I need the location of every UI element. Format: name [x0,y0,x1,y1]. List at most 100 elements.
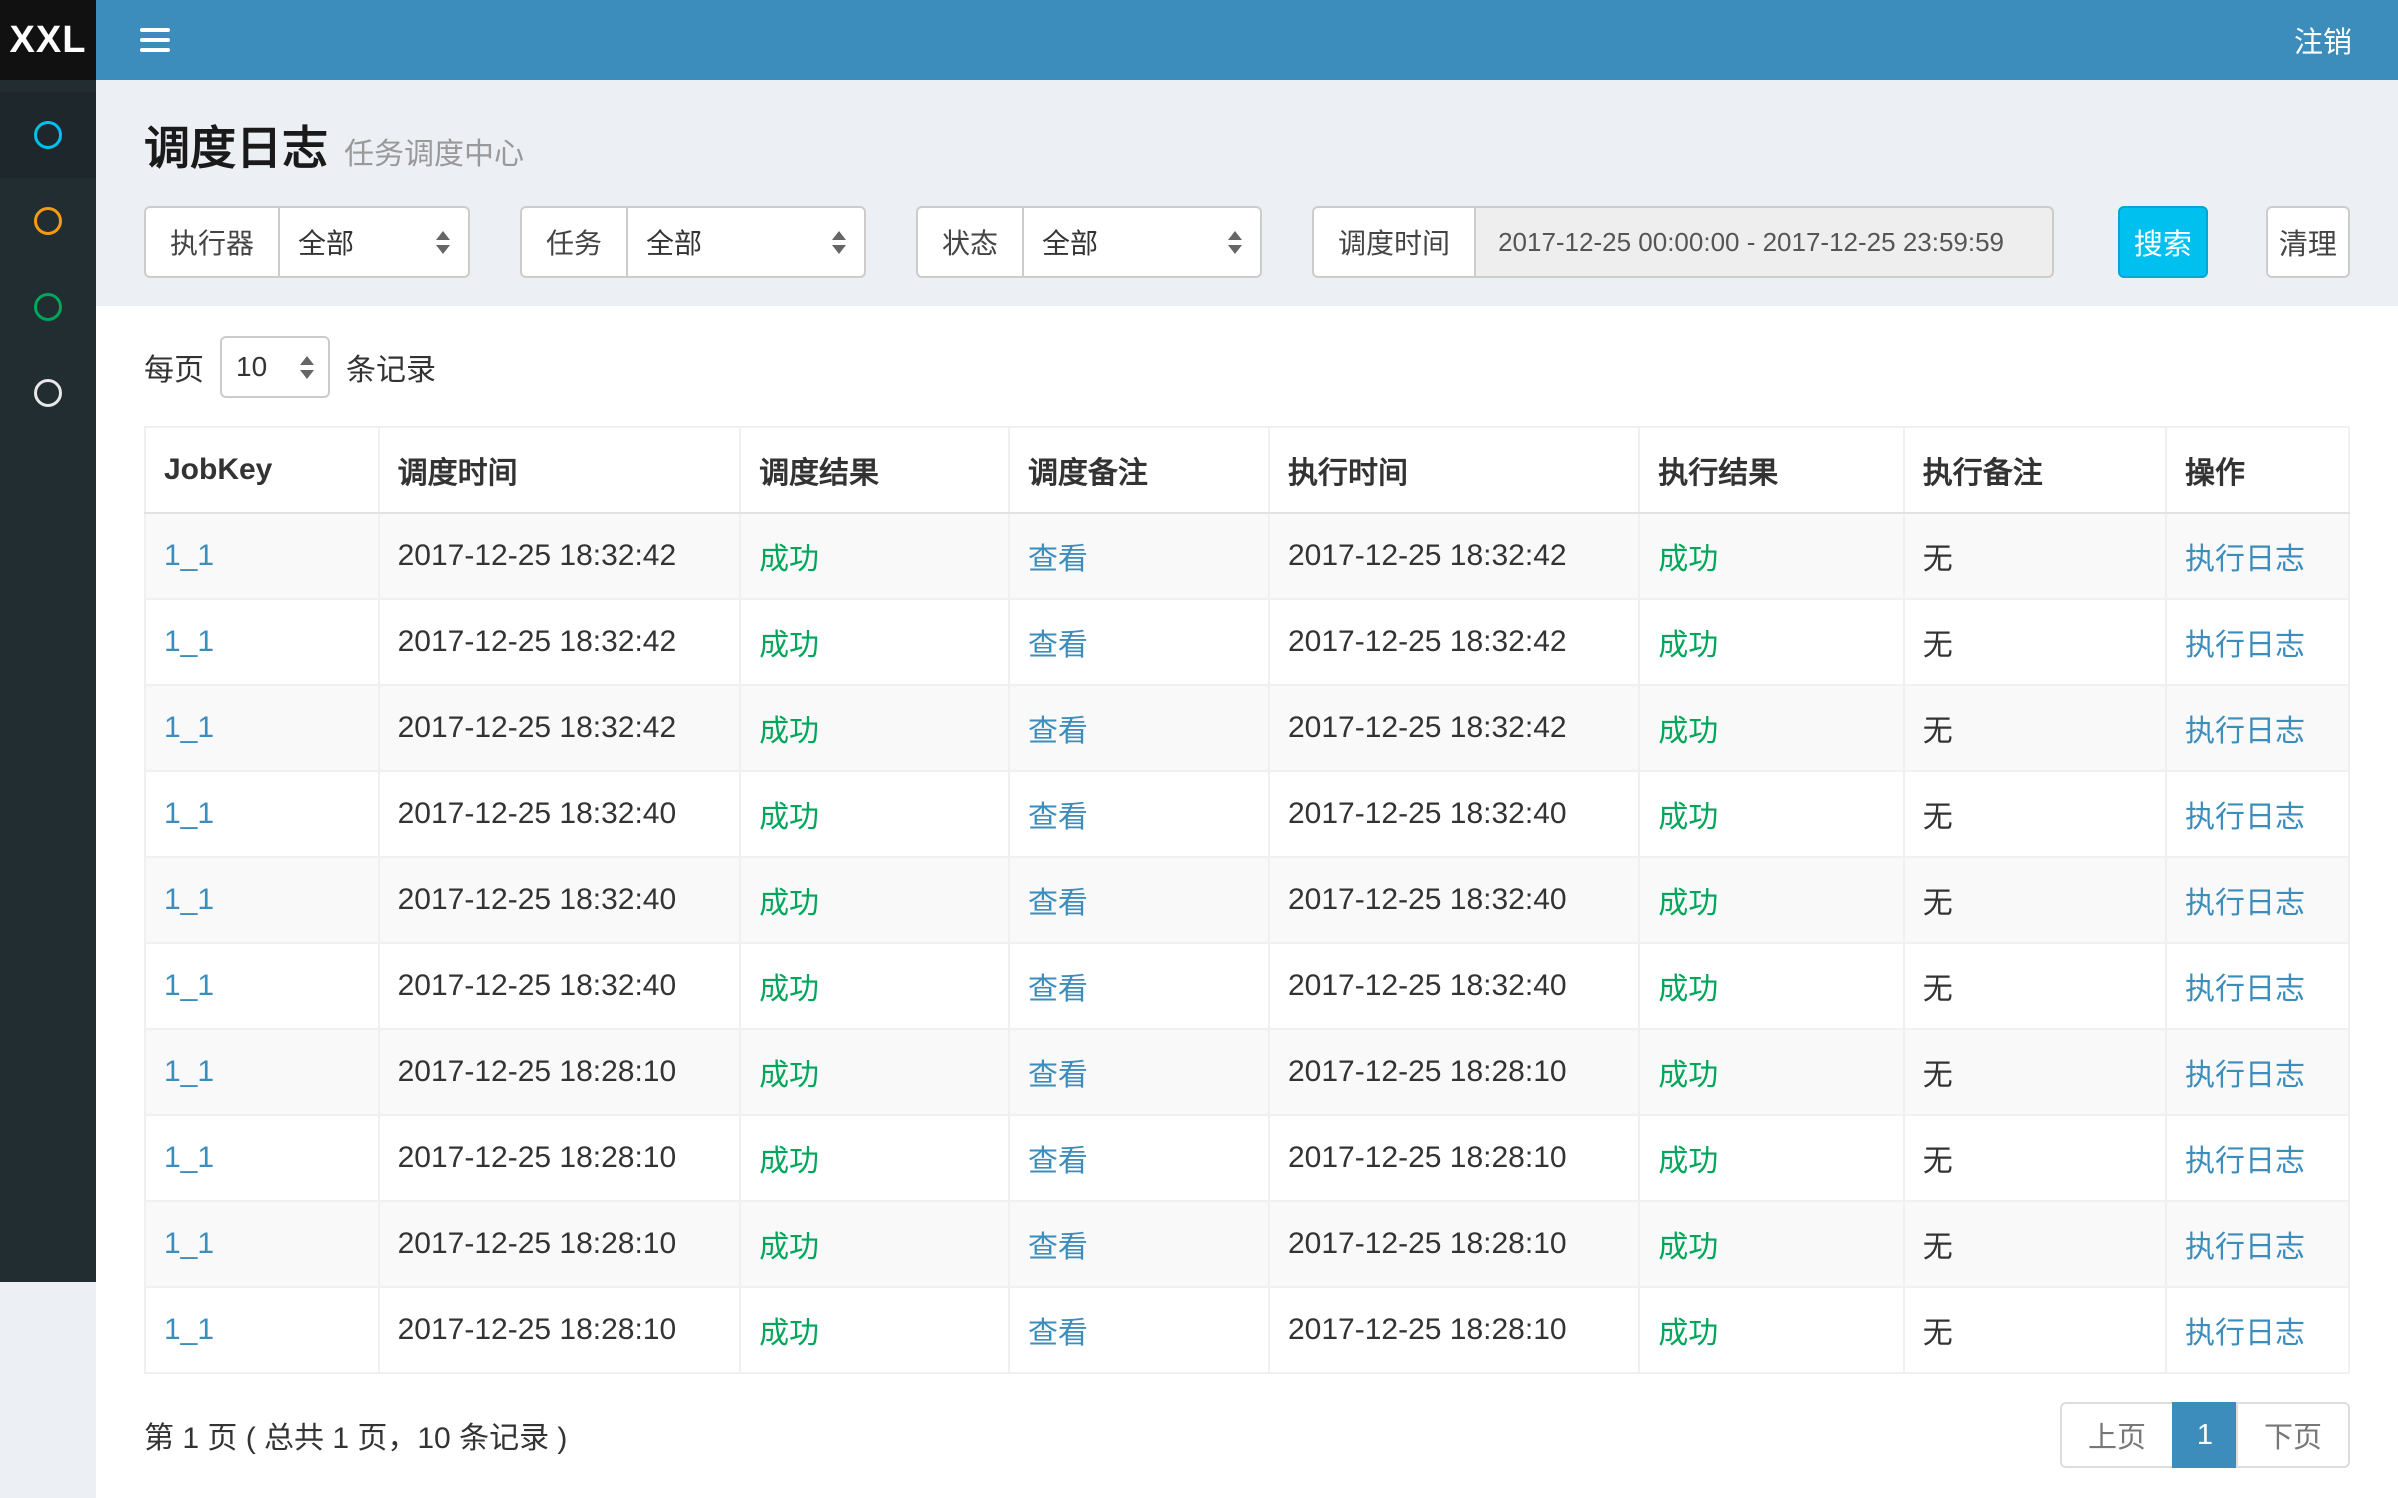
cell-trigger-msg: 查看 [1009,599,1269,685]
sidebar-item-2[interactable] [0,178,96,264]
cell-jobkey: 1_1 [145,599,379,685]
exec-log-link[interactable]: 执行日志 [2185,1231,2305,1264]
trigger-msg-link[interactable]: 查看 [1028,1059,1088,1092]
cell-trigger-msg: 查看 [1009,685,1269,771]
cell-trigger-result: 成功 [740,857,1009,943]
table-row: 1_12017-12-25 18:32:40成功查看2017-12-25 18:… [145,771,2349,857]
table-footer: 第 1 页 ( 总共 1 页，10 条记录 ) 上页 1 下页 [144,1402,2350,1468]
page-size-prefix: 每页 [144,345,204,389]
jobkey-link[interactable]: 1_1 [164,883,214,916]
handle-result: 成功 [1658,1145,1718,1178]
exec-log-link[interactable]: 执行日志 [2185,629,2305,662]
circle-icon-white [34,379,62,407]
table-row: 1_12017-12-25 18:32:40成功查看2017-12-25 18:… [145,857,2349,943]
exec-log-link[interactable]: 执行日志 [2185,973,2305,1006]
cell-handle-time: 2017-12-25 18:32:40 [1269,943,1639,1029]
trigger-msg-link[interactable]: 查看 [1028,887,1088,920]
job-select[interactable]: 全部 [626,206,866,278]
handle-result: 成功 [1658,543,1718,576]
sidebar-menu [0,80,96,1282]
trigger-msg-link[interactable]: 查看 [1028,973,1088,1006]
handle-time: 2017-12-25 18:32:42 [1288,539,1567,572]
jobkey-link[interactable]: 1_1 [164,1313,214,1346]
trigger-time: 2017-12-25 18:32:42 [398,539,677,572]
jobkey-link[interactable]: 1_1 [164,711,214,744]
table-panel: 每页 10 条记录 JobKey调度时间调度结果调度备注执行时间执行结果执行备注… [96,306,2398,1498]
table-row: 1_12017-12-25 18:32:40成功查看2017-12-25 18:… [145,943,2349,1029]
handle-result: 成功 [1658,629,1718,662]
table-row: 1_12017-12-25 18:32:42成功查看2017-12-25 18:… [145,685,2349,771]
trigger-msg-link[interactable]: 查看 [1028,629,1088,662]
handle-result: 成功 [1658,1317,1718,1350]
trigger-msg-link[interactable]: 查看 [1028,801,1088,834]
page-size-select[interactable]: 10 [220,336,330,398]
cell-action: 执行日志 [2166,1201,2349,1287]
exec-log-link[interactable]: 执行日志 [2185,801,2305,834]
trigger-msg-link[interactable]: 查看 [1028,1317,1088,1350]
exec-log-link[interactable]: 执行日志 [2185,887,2305,920]
trigger-time: 2017-12-25 18:32:42 [398,711,677,744]
executor-selected-value: 全部 [298,222,354,262]
cell-trigger-result: 成功 [740,771,1009,857]
hamburger-icon [140,28,170,52]
column-header-jobkey: JobKey [145,427,379,513]
trigger-time: 2017-12-25 18:32:42 [398,625,677,658]
jobkey-link[interactable]: 1_1 [164,539,214,572]
cell-handle-result: 成功 [1639,1287,1903,1373]
app-logo[interactable]: XXL [0,0,96,80]
trigger-time: 2017-12-25 18:28:10 [398,1227,677,1260]
executor-select[interactable]: 全部 [278,206,470,278]
table-header-row: JobKey调度时间调度结果调度备注执行时间执行结果执行备注操作 [145,427,2349,513]
page-1-button[interactable]: 1 [2172,1402,2238,1468]
exec-log-link[interactable]: 执行日志 [2185,1059,2305,1092]
handle-time: 2017-12-25 18:32:40 [1288,883,1567,916]
handle-result: 成功 [1658,973,1718,1006]
trigger-msg-link[interactable]: 查看 [1028,1145,1088,1178]
exec-log-link[interactable]: 执行日志 [2185,1145,2305,1178]
jobkey-link[interactable]: 1_1 [164,797,214,830]
cell-jobkey: 1_1 [145,1115,379,1201]
logout-link[interactable]: 注销 [2294,19,2352,61]
trigger-msg-link[interactable]: 查看 [1028,715,1088,748]
clear-button[interactable]: 清理 [2266,206,2350,278]
sidebar-item-1[interactable] [0,92,96,178]
sidebar-toggle-button[interactable] [130,18,180,62]
job-filter-label: 任务 [520,206,626,278]
exec-log-link[interactable]: 执行日志 [2185,543,2305,576]
exec-log-link[interactable]: 执行日志 [2185,1317,2305,1350]
cell-trigger-result: 成功 [740,1201,1009,1287]
exec-log-link[interactable]: 执行日志 [2185,715,2305,748]
prev-page-button[interactable]: 上页 [2060,1402,2174,1468]
sidebar-item-4[interactable] [0,350,96,436]
jobkey-link[interactable]: 1_1 [164,625,214,658]
cell-handle-result: 成功 [1639,771,1903,857]
status-select[interactable]: 全部 [1022,206,1262,278]
column-header-handle-msg: 执行备注 [1904,427,2166,513]
search-button[interactable]: 搜索 [2118,206,2208,278]
handle-msg: 无 [1923,1059,1953,1092]
cell-trigger-msg: 查看 [1009,1201,1269,1287]
handle-msg: 无 [1923,1231,1953,1264]
cell-handle-msg: 无 [1904,771,2166,857]
select-arrows-icon [1228,231,1242,254]
table-row: 1_12017-12-25 18:28:10成功查看2017-12-25 18:… [145,1287,2349,1373]
handle-msg: 无 [1923,973,1953,1006]
jobkey-link[interactable]: 1_1 [164,1055,214,1088]
handle-time: 2017-12-25 18:32:42 [1288,625,1567,658]
cell-jobkey: 1_1 [145,771,379,857]
cell-trigger-time: 2017-12-25 18:28:10 [379,1029,740,1115]
job-selected-value: 全部 [646,222,702,262]
trigger-result: 成功 [759,543,819,576]
jobkey-link[interactable]: 1_1 [164,1141,214,1174]
sidebar-item-3[interactable] [0,264,96,350]
schedule-time-range-input[interactable]: 2017-12-25 00:00:00 - 2017-12-25 23:59:5… [1474,206,2054,278]
cell-handle-result: 成功 [1639,685,1903,771]
trigger-msg-link[interactable]: 查看 [1028,1231,1088,1264]
column-header-trigger-result: 调度结果 [740,427,1009,513]
cell-trigger-time: 2017-12-25 18:28:10 [379,1287,740,1373]
trigger-msg-link[interactable]: 查看 [1028,543,1088,576]
next-page-button[interactable]: 下页 [2236,1402,2350,1468]
jobkey-link[interactable]: 1_1 [164,1227,214,1260]
trigger-time: 2017-12-25 18:28:10 [398,1055,677,1088]
jobkey-link[interactable]: 1_1 [164,969,214,1002]
